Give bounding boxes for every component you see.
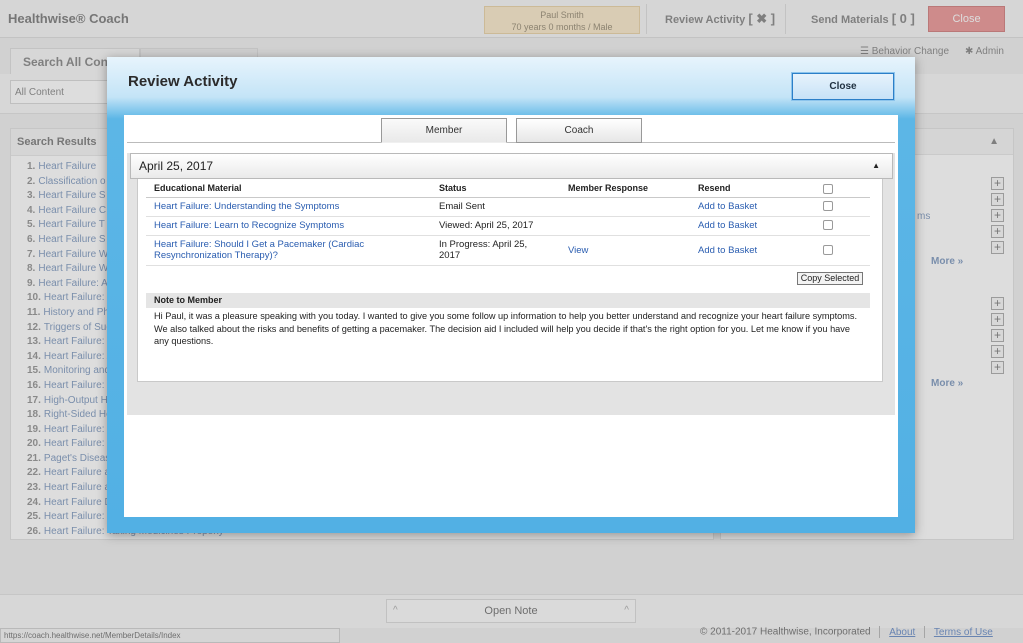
table-header-row: Educational Material Status Member Respo… [146, 180, 870, 198]
material-link[interactable]: Heart Failure: Should I Get a Pacemaker … [154, 239, 364, 261]
select-all-checkbox[interactable] [823, 183, 833, 194]
checkbox-cell [815, 197, 870, 217]
collapse-icon: ▲ [872, 161, 880, 170]
row-checkbox[interactable] [823, 220, 833, 231]
dialog-tabs: Member Coach [127, 115, 895, 143]
checkbox-cell [815, 235, 870, 266]
date-accordion-content: Educational Material Status Member Respo… [137, 179, 883, 382]
date-accordion-header[interactable]: April 25, 2017 ▲ [130, 153, 893, 179]
note-header: Note to Member [146, 293, 870, 308]
row-checkbox[interactable] [823, 244, 833, 255]
add-to-basket-link[interactable]: Add to Basket [698, 245, 757, 256]
review-activity-dialog: Review Activity Close Member Coach April… [107, 57, 915, 533]
column-header-response: Member Response [560, 180, 690, 198]
dialog-title: Review Activity [128, 73, 238, 90]
copy-selected-button[interactable]: Copy Selected [797, 272, 863, 285]
activity-date-panel: April 25, 2017 ▲ Educational Material St… [127, 153, 895, 415]
material-link[interactable]: Heart Failure: Learn to Recognize Sympto… [154, 220, 344, 231]
table-row: Heart Failure: Understanding the Symptom… [146, 197, 870, 217]
response-cell [560, 197, 690, 217]
status-cell: Email Sent [431, 197, 560, 217]
material-cell: Heart Failure: Learn to Recognize Sympto… [146, 216, 431, 236]
column-header-material: Educational Material [146, 180, 431, 198]
table-row: Heart Failure: Should I Get a Pacemaker … [146, 235, 870, 266]
dialog-close-button[interactable]: Close [792, 73, 894, 100]
material-cell: Heart Failure: Should I Get a Pacemaker … [146, 235, 431, 266]
dialog-body: Member Coach April 25, 2017 ▲ Educationa… [124, 115, 898, 517]
status-cell: Viewed: April 25, 2017 [431, 216, 560, 236]
column-header-resend: Resend [690, 180, 815, 198]
row-checkbox[interactable] [823, 201, 833, 212]
tab-member[interactable]: Member [381, 118, 507, 143]
activity-date: April 25, 2017 [139, 159, 214, 173]
resend-cell: Add to Basket [690, 197, 815, 217]
table-row: Heart Failure: Learn to Recognize Sympto… [146, 216, 870, 236]
response-cell: View [560, 235, 690, 266]
column-header-status: Status [431, 180, 560, 198]
view-response-link[interactable]: View [568, 245, 588, 256]
select-all-cell [815, 180, 870, 198]
material-link[interactable]: Heart Failure: Understanding the Symptom… [154, 201, 339, 212]
checkbox-cell [815, 216, 870, 236]
add-to-basket-link[interactable]: Add to Basket [698, 201, 757, 212]
add-to-basket-link[interactable]: Add to Basket [698, 220, 757, 231]
material-cell: Heart Failure: Understanding the Symptom… [146, 197, 431, 217]
materials-table: Educational Material Status Member Respo… [146, 180, 870, 266]
response-cell [560, 216, 690, 236]
resend-cell: Add to Basket [690, 216, 815, 236]
note-text: Hi Paul, it was a pleasure speaking with… [154, 311, 858, 346]
status-cell: In Progress: April 25, 2017 [431, 235, 560, 266]
resend-cell: Add to Basket [690, 235, 815, 266]
tab-coach[interactable]: Coach [516, 118, 642, 143]
